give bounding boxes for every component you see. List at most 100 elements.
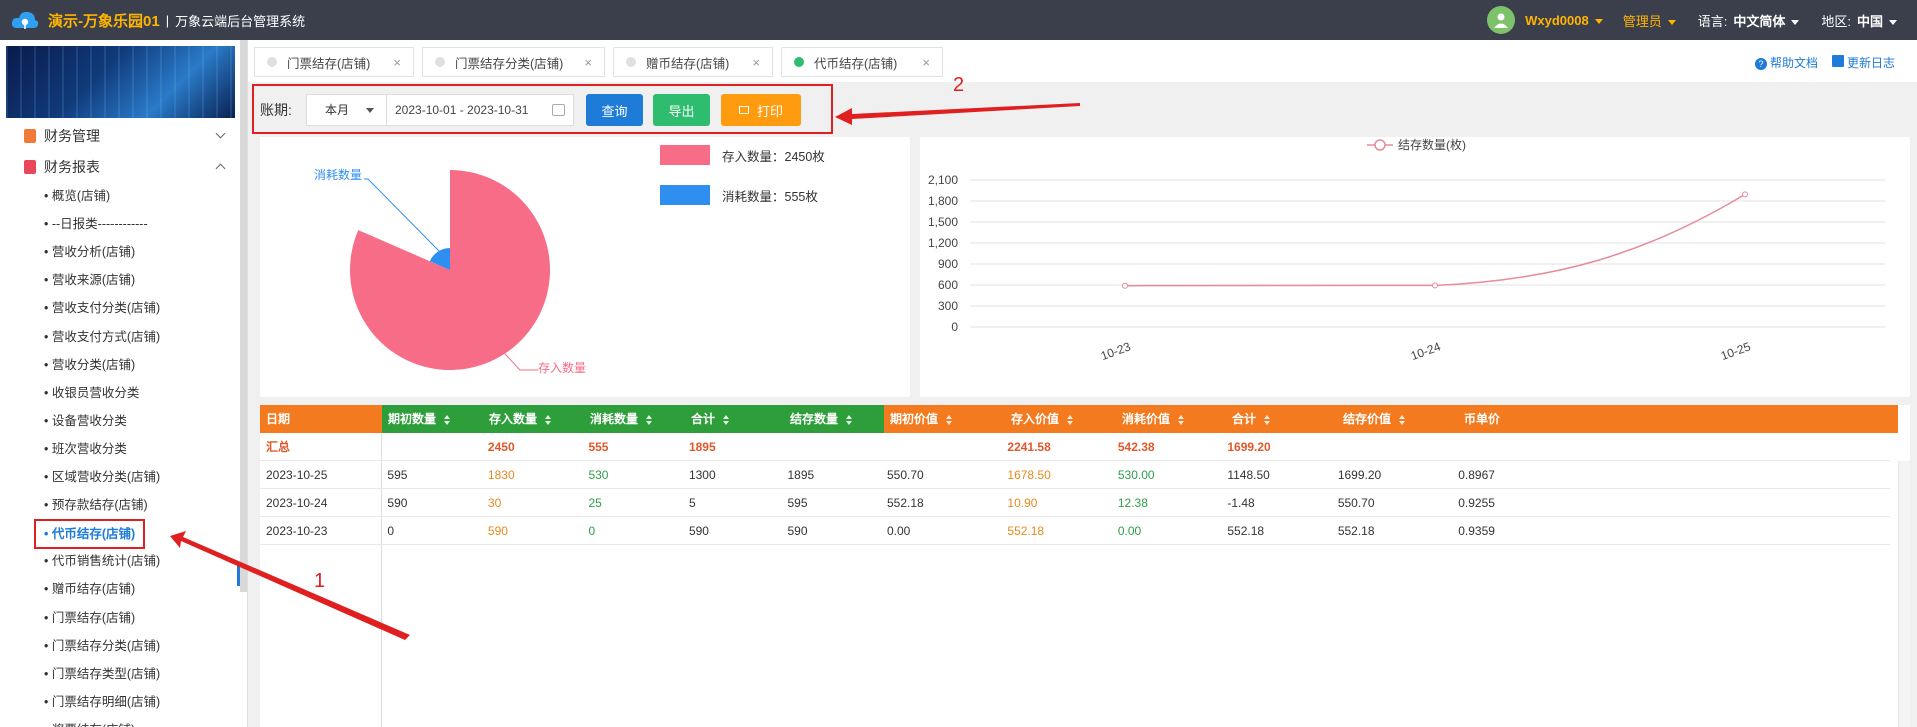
- column-header[interactable]: 期初价值: [884, 405, 1005, 433]
- changelog-label: 更新日志: [1846, 56, 1895, 70]
- column-header[interactable]: 存入数量: [483, 405, 584, 433]
- chevron-down-icon: [1791, 19, 1800, 25]
- sort-icon[interactable]: [946, 414, 953, 425]
- sidebar-item[interactable]: • 收银员营收分类: [44, 383, 139, 403]
- sidebar-item[interactable]: • 区域营收分类(店铺): [44, 467, 160, 487]
- sidebar-item[interactable]: • 营收来源(店铺): [44, 270, 135, 290]
- column-header-label: 期初价值: [890, 412, 939, 426]
- table-cell: 530: [588, 468, 609, 482]
- print-button[interactable]: 打印: [721, 94, 801, 126]
- y-tick-label: 2,100: [928, 173, 958, 187]
- data-point[interactable]: [1432, 282, 1438, 289]
- sort-icon[interactable]: [723, 414, 730, 425]
- sidebar-item[interactable]: • 代币结存(店铺): [34, 519, 146, 550]
- legend-swatch: [660, 145, 710, 165]
- sort-icon[interactable]: [444, 414, 451, 425]
- sidebar-item[interactable]: • 门票结存(店铺): [44, 608, 135, 628]
- column-header: 币单价: [1458, 405, 1898, 433]
- tab-token-balance[interactable]: 代币结存(店铺) ×: [781, 47, 943, 77]
- export-button[interactable]: 导出: [653, 94, 710, 126]
- data-point[interactable]: [1122, 282, 1128, 289]
- sidebar-item[interactable]: • 营收支付方式(店铺): [44, 327, 160, 347]
- tab-gift-coin-balance[interactable]: 赠币结存(店铺) ×: [613, 47, 773, 77]
- tab-ticket-balance[interactable]: 门票结存(店铺) ×: [254, 47, 414, 77]
- pie-legend-item[interactable]: 存入数量：2450枚: [660, 145, 825, 165]
- tab-status-dot: [626, 57, 636, 67]
- region-select[interactable]: 中国: [1857, 11, 1897, 30]
- close-icon[interactable]: ×: [922, 55, 930, 70]
- language-label: 语言:: [1697, 13, 1728, 29]
- sort-icon[interactable]: [1178, 414, 1185, 425]
- query-button[interactable]: 查询: [586, 94, 643, 126]
- sort-icon[interactable]: [545, 414, 552, 425]
- annotation-number-2: 2: [953, 74, 965, 96]
- sidebar-item[interactable]: • 赠币结存(店铺): [44, 579, 135, 599]
- sort-icon[interactable]: [1067, 414, 1074, 425]
- sidebar-item[interactable]: • 设备营收分类: [44, 411, 127, 431]
- sidebar-item[interactable]: • 营收支付分类(店铺): [44, 298, 160, 318]
- user-menu[interactable]: Wxyd0008: [1525, 13, 1603, 28]
- sidebar-item[interactable]: • 门票结存明细(店铺): [44, 692, 160, 712]
- sidebar-item[interactable]: • 预存款结存(店铺): [44, 495, 148, 515]
- date-range-value: 2023-10-01 - 2023-10-31: [395, 103, 529, 117]
- column-header[interactable]: 消耗价值: [1116, 405, 1226, 433]
- sidebar-item[interactable]: • 概览(店铺): [44, 186, 110, 206]
- table-cell: 542.38: [1117, 440, 1155, 454]
- role-menu[interactable]: 管理员: [1623, 11, 1676, 30]
- close-icon[interactable]: ×: [752, 55, 760, 70]
- column-header[interactable]: 期初数量: [382, 405, 483, 433]
- period-select[interactable]: 本月: [306, 94, 386, 126]
- data-point[interactable]: [1742, 191, 1748, 198]
- top-links: ? 帮助文档 更新日志: [1754, 54, 1895, 71]
- app-name: 演示-万象乐园01: [48, 12, 160, 30]
- sort-icon[interactable]: [646, 414, 653, 425]
- sidebar-item[interactable]: • 奖票结存(店铺): [44, 720, 135, 727]
- column-header[interactable]: 合计: [1226, 405, 1337, 433]
- sort-icon[interactable]: [1399, 414, 1406, 425]
- column-header[interactable]: 消耗数量: [584, 405, 685, 433]
- tab-ticket-balance-category[interactable]: 门票结存分类(店铺) ×: [422, 47, 605, 77]
- sidebar-item[interactable]: • 营收分类(店铺): [44, 355, 135, 375]
- sidebar-item[interactable]: • 班次营收分类: [44, 439, 127, 459]
- sidebar-item[interactable]: • 门票结存类型(店铺): [44, 664, 160, 684]
- sidebar-scrollbar[interactable]: [240, 40, 247, 592]
- pie-legend-item[interactable]: 消耗数量：555枚: [660, 185, 818, 205]
- sort-icon[interactable]: [1264, 414, 1271, 425]
- table-cell: 0.8967: [1458, 468, 1495, 482]
- calendar-icon: [552, 104, 565, 116]
- column-header[interactable]: 合计: [685, 405, 784, 433]
- chevron-down-icon: [366, 108, 374, 113]
- printer-icon: [738, 106, 749, 114]
- table-cell: 550.70: [887, 468, 924, 482]
- top-bar: 演示-万象乐园01 | 万象云端后台管理系统 Wxyd0008 管理员 语言: …: [0, 0, 1917, 40]
- legend-label[interactable]: 结存数量(枚): [1398, 137, 1466, 152]
- sidebar-item[interactable]: • 营收分析(店铺): [44, 242, 135, 262]
- sidebar-item[interactable]: • 代币销售统计(店铺): [44, 551, 160, 571]
- tab-bar: 门票结存(店铺) × 门票结存分类(店铺) × 赠币结存(店铺) × 代币结存(…: [248, 40, 1917, 82]
- column-header[interactable]: 结存数量: [784, 405, 884, 433]
- close-icon[interactable]: ×: [393, 55, 401, 70]
- help-icon: ?: [1754, 58, 1767, 70]
- sidebar-group-finance-management[interactable]: 财务管理: [24, 124, 226, 148]
- language-select[interactable]: 中文简体: [1733, 11, 1800, 30]
- table-row: 2023-10-25 595 1830 530 1300 1895 550.70 1678.5…: [260, 461, 1890, 489]
- sidebar-item[interactable]: • 门票结存分类(店铺): [44, 636, 160, 656]
- column-header[interactable]: 存入价值: [1005, 405, 1116, 433]
- table-cell: 595: [387, 468, 408, 482]
- help-docs-link[interactable]: ? 帮助文档: [1754, 54, 1818, 71]
- tab-label: 门票结存分类(店铺): [455, 56, 564, 71]
- table-row: 2023-10-23 0 590 0 590 590 0.00 552.18 0.00 552.1…: [260, 517, 1890, 545]
- date-range-input[interactable]: 2023-10-01 - 2023-10-31: [386, 94, 574, 126]
- avatar[interactable]: [1487, 6, 1516, 34]
- changelog-link[interactable]: 更新日志: [1831, 54, 1895, 71]
- chevron-up-icon: [215, 163, 226, 174]
- table-scrollbar[interactable]: [1898, 461, 1910, 727]
- sidebar-group-finance-reports[interactable]: 财务报表: [24, 155, 226, 179]
- sidebar-item[interactable]: • --日报类------------: [44, 214, 148, 234]
- sort-icon[interactable]: [846, 414, 853, 425]
- role-label: 管理员: [1622, 13, 1662, 29]
- close-icon[interactable]: ×: [584, 55, 592, 70]
- table-cell: 2023-10-23: [266, 524, 328, 538]
- x-tick-label: 10-23: [1099, 339, 1133, 363]
- column-header[interactable]: 结存价值: [1337, 405, 1458, 433]
